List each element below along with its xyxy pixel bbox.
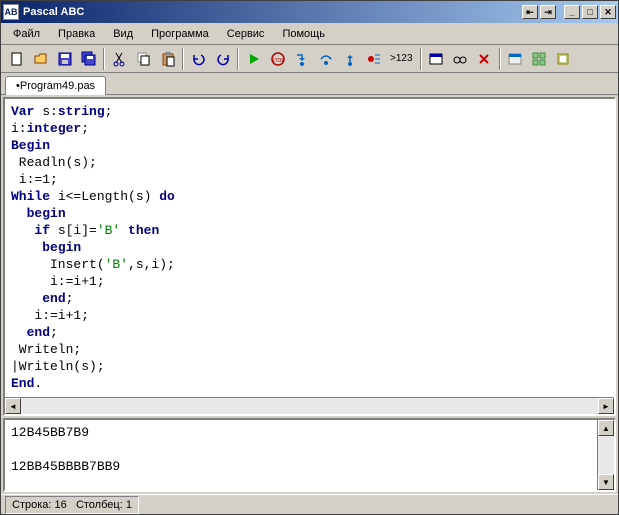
window-title: Pascal ABC: [23, 6, 522, 18]
step-into-button[interactable]: [290, 48, 313, 70]
editor-panel: Var s:string; i:integer; Begin Readln(s)…: [3, 97, 616, 416]
scroll-up-button[interactable]: ▲: [598, 420, 614, 436]
menubar: Файл Правка Вид Программа Сервис Помощь: [1, 23, 618, 45]
scroll-right-button[interactable]: ►: [598, 398, 614, 414]
scroll-track[interactable]: [21, 398, 598, 414]
stop-button[interactable]: STOP: [266, 48, 289, 70]
paste-button[interactable]: [156, 48, 179, 70]
tool-b-button[interactable]: [528, 48, 551, 70]
grid-icon: [531, 51, 547, 67]
maximize-button[interactable]: □: [582, 5, 598, 19]
paste-icon: [160, 51, 176, 67]
minimize-button[interactable]: _: [564, 5, 580, 19]
menu-service[interactable]: Сервис: [219, 26, 273, 42]
step-into-icon: [294, 51, 310, 67]
dock-left-button[interactable]: ⇤: [522, 5, 538, 19]
svg-text:STOP: STOP: [271, 58, 285, 64]
output-area[interactable]: 12B45BB7B9 12BB45BBBB7BB9: [5, 420, 597, 490]
new-file-icon: [9, 51, 25, 67]
scroll-track[interactable]: [598, 436, 614, 474]
step-over-button[interactable]: [314, 48, 337, 70]
toolbar: STOP >123: [1, 45, 618, 73]
run-icon: [246, 51, 262, 67]
breakpoint-button[interactable]: [362, 48, 385, 70]
col-value: 1: [126, 499, 132, 511]
menu-program[interactable]: Программа: [143, 26, 217, 42]
watch-button[interactable]: >123: [386, 48, 417, 70]
view-button[interactable]: [449, 48, 472, 70]
save-all-button[interactable]: [77, 48, 100, 70]
dock-right-button[interactable]: ⇥: [540, 5, 556, 19]
titlebar: AB Pascal ABC ⇤ ⇥ _ □ ✕: [1, 1, 618, 23]
menu-edit[interactable]: Правка: [50, 26, 103, 42]
x-icon: [476, 51, 492, 67]
open-folder-icon: [33, 51, 49, 67]
line-label: Строка:: [12, 499, 51, 511]
step-over-icon: [318, 51, 334, 67]
undo-icon: [191, 51, 207, 67]
tool-c-button[interactable]: [552, 48, 575, 70]
redo-button[interactable]: [211, 48, 234, 70]
status-position: Строка: 16 Столбец: 1: [5, 496, 139, 514]
output-panel: 12B45BB7B9 12BB45BBBB7BB9 ▲ ▼: [3, 418, 616, 492]
code-editor[interactable]: Var s:string; i:integer; Begin Readln(s)…: [5, 99, 614, 397]
window-controls: ⇤ ⇥ _ □ ✕: [522, 5, 616, 19]
menu-file[interactable]: Файл: [5, 26, 48, 42]
close-button[interactable]: ✕: [600, 5, 616, 19]
tool-a-button[interactable]: [504, 48, 527, 70]
copy-icon: [136, 51, 152, 67]
form-icon: [507, 51, 523, 67]
col-label: Столбец:: [76, 499, 123, 511]
module-icon: [555, 51, 571, 67]
output-vscrollbar[interactable]: ▲ ▼: [597, 420, 614, 490]
tab-program49[interactable]: •Program49.pas: [5, 76, 106, 95]
scroll-down-button[interactable]: ▼: [598, 474, 614, 490]
app-window: AB Pascal ABC ⇤ ⇥ _ □ ✕ Файл Правка Вид …: [0, 0, 619, 515]
tabbar: •Program49.pas: [1, 73, 618, 95]
stop-icon: STOP: [270, 51, 286, 67]
save-all-icon: [81, 51, 97, 67]
app-icon: AB: [3, 4, 19, 20]
menu-help[interactable]: Помощь: [274, 26, 333, 42]
save-button[interactable]: [53, 48, 76, 70]
scroll-left-button[interactable]: ◄: [5, 398, 21, 414]
output-window-button[interactable]: [425, 48, 448, 70]
cut-icon: [112, 51, 128, 67]
run-button[interactable]: [242, 48, 265, 70]
new-file-button[interactable]: [5, 48, 28, 70]
step-out-icon: [342, 51, 358, 67]
menu-view[interactable]: Вид: [105, 26, 141, 42]
step-out-button[interactable]: [338, 48, 361, 70]
tab-label: •Program49.pas: [16, 80, 95, 92]
redo-icon: [215, 51, 231, 67]
window-icon: [428, 51, 444, 67]
save-icon: [57, 51, 73, 67]
line-value: 16: [55, 499, 67, 511]
open-file-button[interactable]: [29, 48, 52, 70]
undo-button[interactable]: [187, 48, 210, 70]
statusbar: Строка: 16 Столбец: 1: [1, 494, 618, 514]
cut-button[interactable]: [108, 48, 131, 70]
glasses-icon: [452, 51, 468, 67]
copy-button[interactable]: [132, 48, 155, 70]
delete-button[interactable]: [473, 48, 496, 70]
breakpoint-icon: [366, 51, 382, 67]
editor-hscrollbar[interactable]: ◄ ►: [5, 397, 614, 414]
watch-label: >123: [390, 53, 413, 64]
